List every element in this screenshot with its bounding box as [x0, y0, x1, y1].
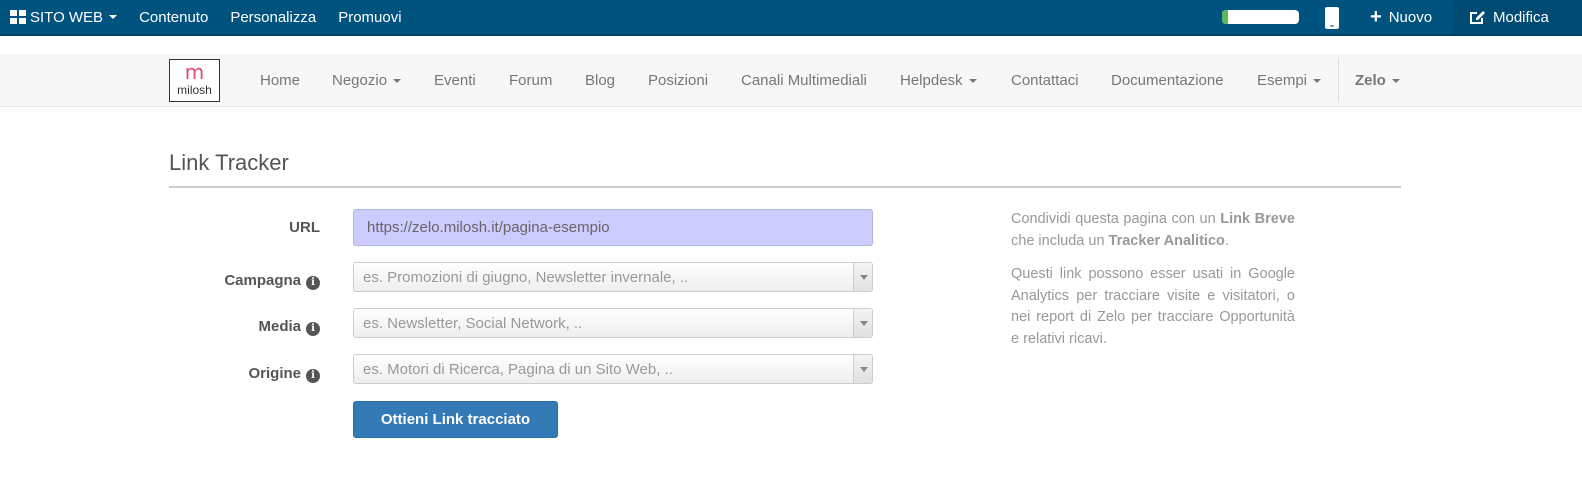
- edit-page-button[interactable]: Modifica: [1453, 0, 1582, 34]
- nav-item-posizioni[interactable]: Posizioni: [648, 54, 708, 107]
- nav-item-label: Documentazione: [1111, 72, 1224, 89]
- nav-item-canali-multimediali[interactable]: Canali Multimediali: [741, 54, 867, 107]
- campaign-label: Campagna i: [224, 272, 320, 290]
- nav-item-label: Blog: [585, 72, 616, 89]
- edit-icon: [1470, 11, 1485, 24]
- chevron-down-icon: [968, 78, 977, 83]
- info-icon[interactable]: i: [306, 322, 320, 336]
- mobile-preview-icon[interactable]: [1325, 7, 1339, 29]
- site-web-menu[interactable]: SITO WEB: [0, 0, 128, 34]
- new-content-label: Nuovo: [1388, 8, 1433, 26]
- nav-item-blog[interactable]: Blog: [585, 54, 615, 107]
- nav-item-label: Posizioni: [648, 72, 709, 89]
- info-icon[interactable]: i: [306, 369, 320, 383]
- help-paragraph-1: Condividi questa pagina con un Link Brev…: [1011, 211, 1295, 249]
- chevron-down-icon: [393, 78, 402, 83]
- site-web-menu-label: SITO WEB: [30, 8, 104, 26]
- admin-top-bar: SITO WEB Contenuto Personalizza Promuovi…: [0, 0, 1582, 36]
- logo-text: milosh: [177, 83, 212, 97]
- nav-item-label: Esempi: [1257, 72, 1308, 89]
- topbar-item-promuovi[interactable]: Promuovi: [327, 0, 412, 34]
- nav-item-label: Forum: [509, 72, 553, 89]
- nav-item-esempi[interactable]: Esempi: [1257, 54, 1322, 107]
- topbar-item-personalizza[interactable]: Personalizza: [219, 0, 327, 34]
- url-input[interactable]: https://zelo.milosh.it/pagina-esempio: [353, 209, 873, 246]
- user-name: Zelo: [1355, 72, 1386, 89]
- page-title: Link Tracker: [169, 150, 289, 175]
- nav-item-label: Helpdesk: [900, 72, 963, 89]
- new-content-button[interactable]: + Nuovo: [1370, 0, 1432, 34]
- medium-select[interactable]: es. Newsletter, Social Network, ..: [353, 308, 873, 338]
- nav-divider: [1338, 58, 1339, 102]
- nav-item-helpdesk[interactable]: Helpdesk: [900, 54, 977, 107]
- info-icon[interactable]: i: [306, 276, 320, 290]
- chevron-down-icon: [109, 15, 118, 19]
- topbar-item-contenuto[interactable]: Contenuto: [128, 0, 219, 34]
- nav-item-label: Home: [260, 72, 301, 89]
- chevron-down-icon: [1391, 78, 1400, 83]
- grid-icon: [10, 10, 26, 24]
- website-progress-bar[interactable]: [1222, 10, 1299, 24]
- help-paragraph-2: Questi link possono esser usati in Googl…: [1011, 266, 1295, 347]
- site-navbar: m milosh Home Negozio Eventi Forum Blog …: [0, 54, 1582, 107]
- nav-item-documentazione[interactable]: Documentazione: [1111, 54, 1224, 107]
- dropdown-arrow-icon[interactable]: [853, 309, 872, 337]
- nav-item-label: Negozio: [332, 72, 388, 89]
- progress-bar-fill: [1222, 10, 1229, 24]
- chevron-down-icon: [1313, 78, 1322, 83]
- nav-item-contattaci[interactable]: Contattaci: [1011, 54, 1079, 107]
- site-logo[interactable]: m milosh: [169, 59, 220, 102]
- nav-item-label: Eventi: [434, 72, 476, 89]
- source-label: Origine i: [248, 365, 320, 383]
- nav-item-negozio[interactable]: Negozio: [332, 54, 402, 107]
- url-input-value: https://zelo.milosh.it/pagina-esempio: [367, 219, 610, 236]
- medium-select-placeholder: es. Newsletter, Social Network, ..: [363, 314, 583, 332]
- nav-item-forum[interactable]: Forum: [509, 54, 552, 107]
- user-menu[interactable]: Zelo: [1355, 54, 1400, 107]
- campaign-select-placeholder: es. Promozioni di giugno, Newsletter inv…: [363, 268, 689, 286]
- get-tracked-link-button[interactable]: Ottieni Link tracciato: [353, 401, 558, 438]
- title-divider: [169, 186, 1401, 188]
- campaign-select[interactable]: es. Promozioni di giugno, Newsletter inv…: [353, 262, 873, 292]
- dropdown-arrow-icon[interactable]: [853, 263, 872, 291]
- source-select-placeholder: es. Motori di Ricerca, Pagina di un Sito…: [363, 360, 673, 378]
- url-label: URL: [289, 219, 320, 236]
- nav-item-label: Contattaci: [1011, 72, 1079, 89]
- dropdown-arrow-icon[interactable]: [853, 355, 872, 383]
- source-select[interactable]: es. Motori di Ricerca, Pagina di un Sito…: [353, 354, 873, 384]
- edit-page-label: Modifica: [1493, 8, 1549, 26]
- nav-item-home[interactable]: Home: [260, 54, 300, 107]
- logo-mark: m: [184, 60, 205, 84]
- plus-icon: +: [1370, 6, 1382, 28]
- nav-item-label: Canali Multimediali: [741, 72, 867, 89]
- medium-label: Media i: [258, 318, 320, 336]
- nav-item-eventi[interactable]: Eventi: [434, 54, 476, 107]
